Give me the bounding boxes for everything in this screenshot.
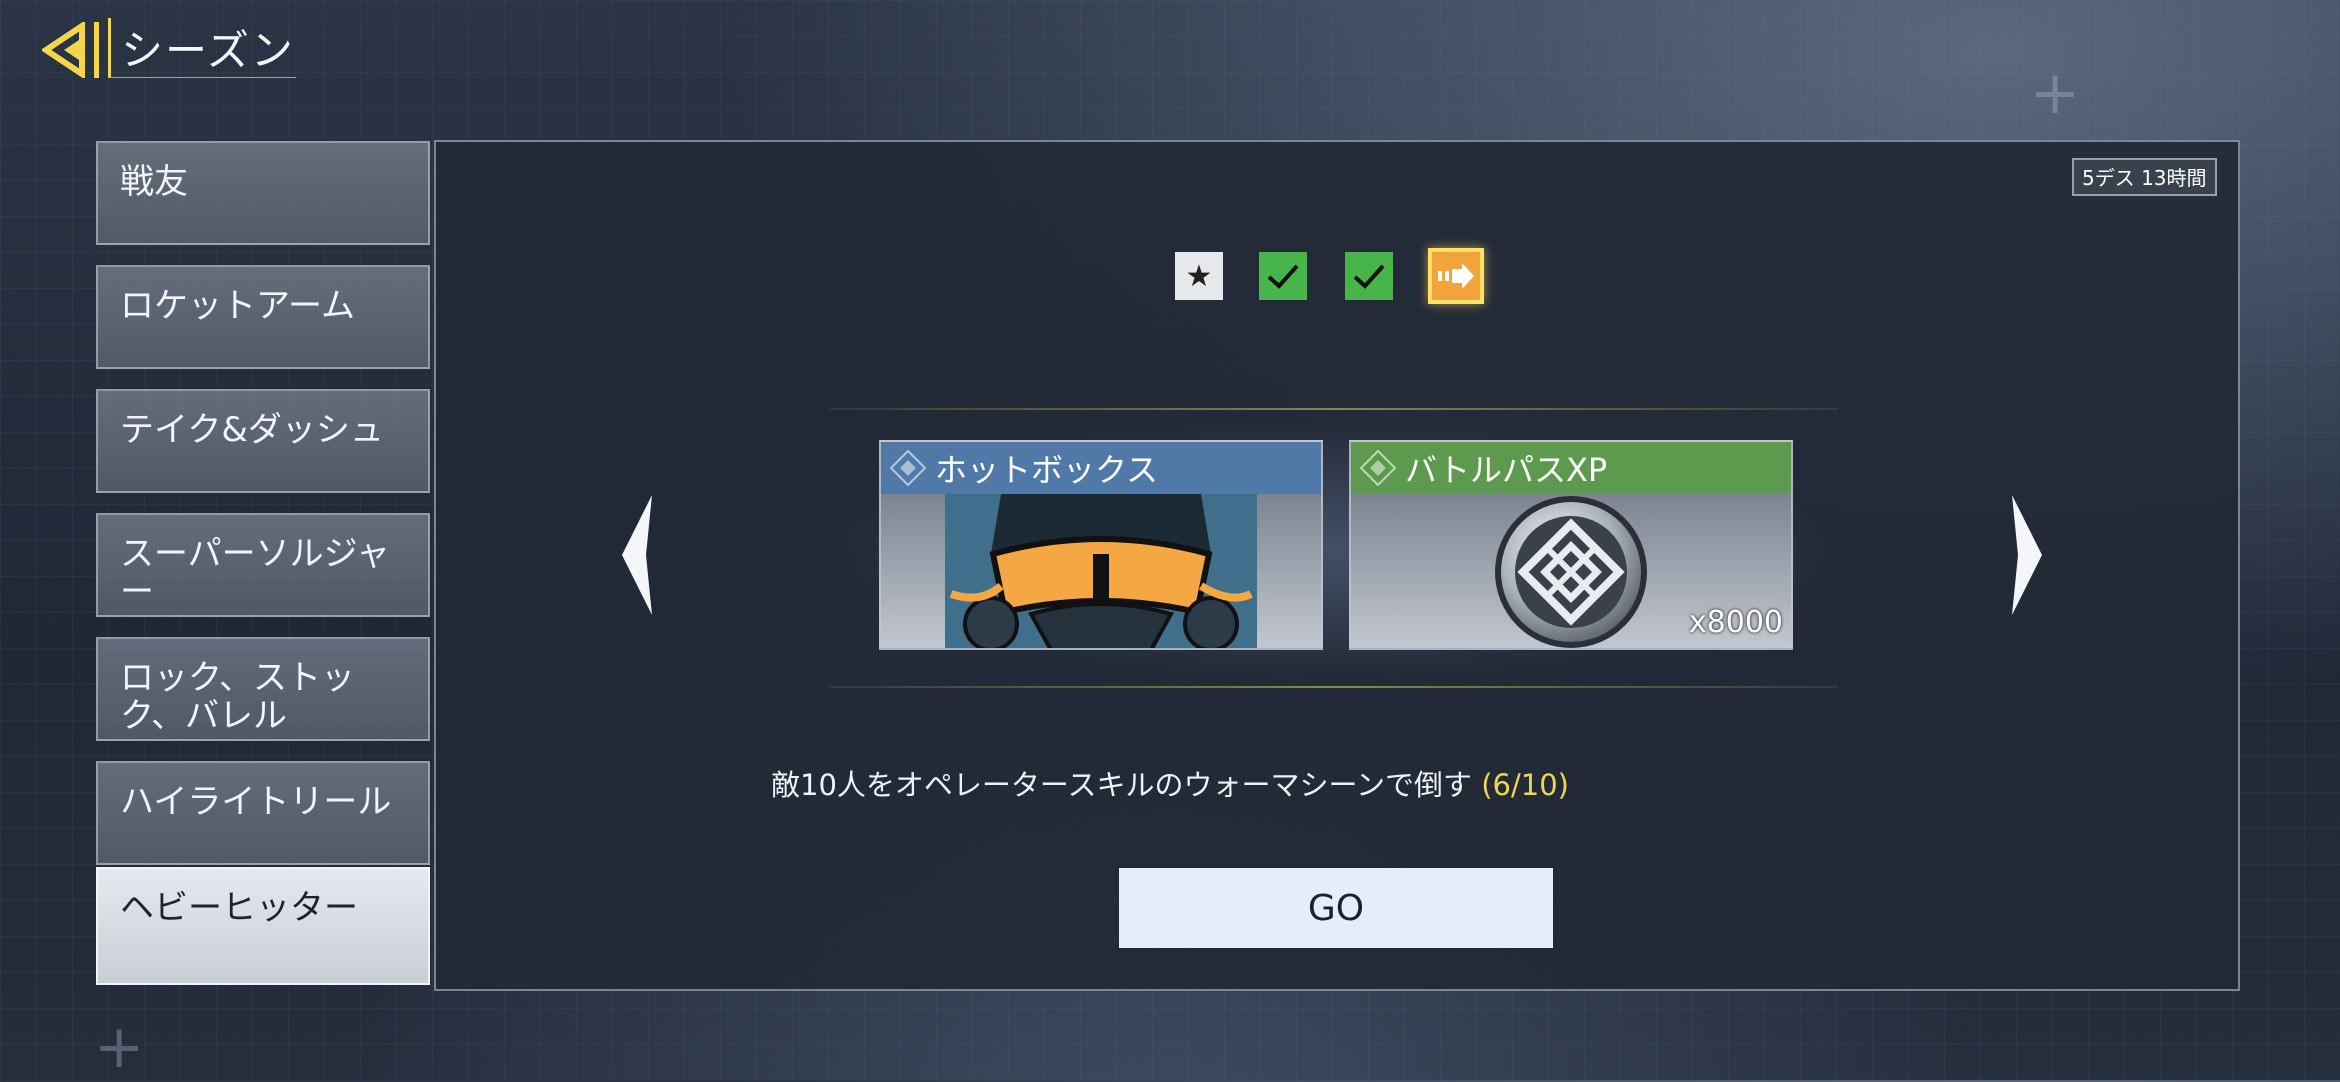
next-arrow-button[interactable] xyxy=(2002,490,2052,620)
go-button[interactable]: GO xyxy=(1119,868,1553,948)
sidebar-item-label: ロケットアーム xyxy=(120,286,355,326)
back-arrow-icon xyxy=(40,20,99,80)
quest-progress: (6/10) xyxy=(1481,768,1569,802)
checkmark-icon xyxy=(1353,264,1385,289)
time-remaining-badge: 5デス 13時間 xyxy=(2072,158,2217,196)
reward-card-battle-pass-xp[interactable]: バトルパスXP x8000 xyxy=(1349,440,1793,650)
page-title: シーズン xyxy=(108,18,296,78)
chevron-left-icon xyxy=(622,495,652,615)
star-icon: ★ xyxy=(1185,258,1213,294)
sidebar-item-heavy-hitter[interactable]: ヘビーヒッター xyxy=(96,867,430,985)
arrow-right-icon xyxy=(1438,263,1474,289)
divider xyxy=(830,408,1838,410)
sidebar-item-rocket-arm[interactable]: ロケットアーム xyxy=(96,265,430,369)
chevron-right-icon xyxy=(2012,495,2042,615)
sidebar-item-label: 戦友 xyxy=(120,162,188,202)
quest-description-text: 敵10人をオペレータースキルのウォーマシーンで倒す xyxy=(771,768,1473,802)
quest-description: 敵10人をオペレータースキルのウォーマシーンで倒す (6/10) xyxy=(0,762,2340,804)
sidebar-item-senyu[interactable]: 戦友 xyxy=(96,141,430,245)
reward-image xyxy=(881,494,1321,648)
previous-arrow-button[interactable] xyxy=(612,490,662,620)
sidebar-item-label: テイク&ダッシュ xyxy=(120,410,384,450)
reward-image: x8000 xyxy=(1351,494,1791,648)
sidebar-item-label: スーパーソルジャー xyxy=(120,534,390,612)
divider xyxy=(830,686,1838,688)
checkmark-icon xyxy=(1267,264,1299,289)
sidebar-item-label: ヘビーヒッター xyxy=(120,888,358,928)
gas-mask-spray-image xyxy=(881,494,1321,648)
step-complete[interactable] xyxy=(1259,252,1307,300)
page-title-text: シーズン xyxy=(121,26,295,75)
decorative-plus-icon: + xyxy=(2030,58,2081,128)
sidebar-item-lock-stock-barrel[interactable]: ロック、ストック、バレル xyxy=(96,637,430,741)
step-current[interactable] xyxy=(1428,248,1484,304)
diamond-icon xyxy=(889,449,927,487)
step-complete[interactable] xyxy=(1345,252,1393,300)
back-button[interactable] xyxy=(40,20,112,80)
reward-name: ホットボックス xyxy=(935,451,1159,489)
diamond-icon xyxy=(1359,449,1397,487)
sidebar-item-label: ロック、ストック、バレル xyxy=(120,658,355,736)
reward-card-header: バトルパスXP xyxy=(1351,442,1791,494)
reward-quantity: x8000 xyxy=(1688,605,1783,640)
step-star[interactable]: ★ xyxy=(1175,252,1223,300)
reward-card-hotbox[interactable]: ホットボックス xyxy=(879,440,1323,650)
sidebar-item-super-soldier[interactable]: スーパーソルジャー xyxy=(96,513,430,617)
decorative-plus-icon: + xyxy=(94,1012,145,1082)
reward-name: バトルパスXP xyxy=(1405,451,1608,489)
sidebar-item-take-and-dash[interactable]: テイク&ダッシュ xyxy=(96,389,430,493)
reward-card-header: ホットボックス xyxy=(881,442,1321,494)
